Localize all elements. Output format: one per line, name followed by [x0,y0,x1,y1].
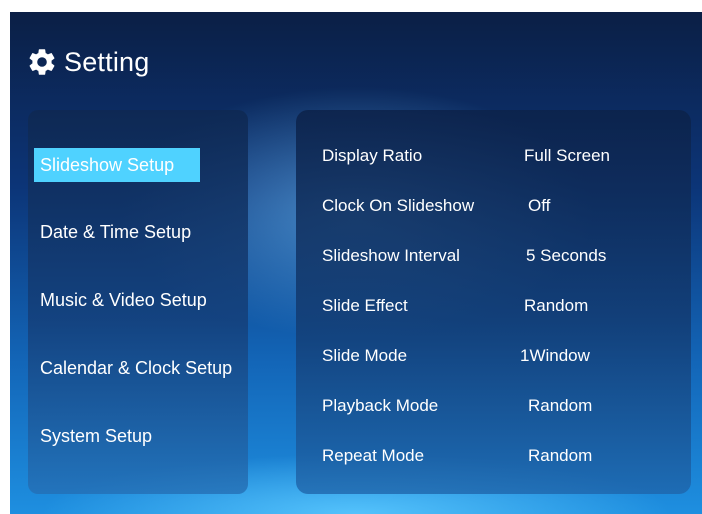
setting-label: Slide Effect [322,296,408,315]
setting-row-clock-on-slideshow[interactable]: Clock On Slideshow Off [296,196,691,222]
setting-label: Playback Mode [322,396,439,415]
setting-value[interactable]: Off [528,196,550,216]
menu-item-calendar-clock-setup[interactable]: Calendar & Clock Setup [40,358,232,379]
settings-category-menu: Slideshow Setup Date & Time Setup Music … [28,110,248,494]
setting-value[interactable]: Random [528,396,592,416]
menu-item-slideshow-setup[interactable]: Slideshow Setup [34,148,200,182]
menu-item-music-video-setup[interactable]: Music & Video Setup [40,290,207,311]
setting-row-playback-mode[interactable]: Playback Mode Random [296,396,691,422]
setting-label: Slide Mode [322,346,408,365]
gear-icon [29,49,55,75]
setting-label: Slideshow Interval [322,246,460,265]
setting-label: Clock On Slideshow [322,196,475,215]
settings-screen: Setting Slideshow Setup Date & Time Setu… [10,12,702,514]
page-title: Setting [64,46,150,77]
setting-value[interactable]: Random [524,296,588,316]
menu-item-date-time-setup[interactable]: Date & Time Setup [40,222,191,243]
setting-value[interactable]: Random [528,446,592,466]
setting-label: Display Ratio [322,146,423,165]
setting-value[interactable]: 1Window [520,346,590,366]
setting-label: Repeat Mode [322,446,425,465]
menu-item-system-setup[interactable]: System Setup [40,426,152,447]
setting-row-slideshow-interval[interactable]: Slideshow Interval 5 Seconds [296,246,691,272]
setting-row-slide-effect[interactable]: Slide Effect Random [296,296,691,322]
setting-row-repeat-mode[interactable]: Repeat Mode Random [296,446,691,472]
setting-value[interactable]: 5 Seconds [526,246,606,266]
setting-row-slide-mode[interactable]: Slide Mode 1Window [296,346,691,372]
slideshow-settings-panel: Display Ratio Full Screen Clock On Slide… [296,110,691,494]
setting-value[interactable]: Full Screen [524,146,610,166]
setting-row-display-ratio[interactable]: Display Ratio Full Screen [296,146,691,172]
header: Setting [26,44,149,80]
